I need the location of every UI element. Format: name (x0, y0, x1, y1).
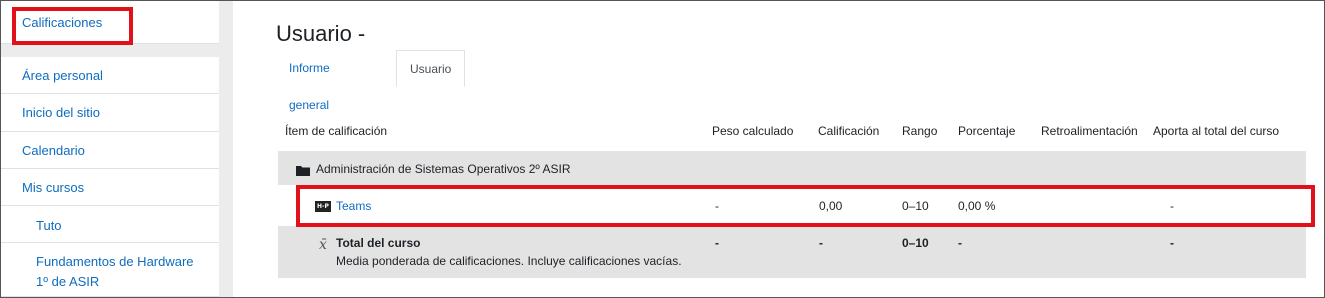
sidebar: Calificaciones Área personal Inicio del … (1, 1, 233, 297)
sidebar-item-label: Calendario (22, 143, 85, 158)
item-range: 0–10 (902, 199, 929, 213)
header-feedback: Retroalimentación (1041, 124, 1138, 138)
h5p-icon: H-P (315, 201, 331, 212)
header-weight: Peso calculado (712, 124, 794, 138)
sidebar-item-fundamentos-hardware[interactable]: Fundamentos de Hardware 1º de ASIR (1, 243, 219, 297)
total-weight: - (715, 236, 719, 250)
mean-icon: x̄ (319, 237, 327, 253)
header-range: Rango (902, 124, 938, 138)
total-grade: - (819, 236, 823, 250)
sidebar-item-label: Fundamentos de Hardware 1º de ASIR (36, 254, 194, 289)
sidebar-item-label: Tuto (36, 218, 62, 233)
course-total-description: Media ponderada de calificaciones. Inclu… (336, 254, 682, 268)
page-title: Usuario - (276, 21, 366, 46)
total-contribution: - (1170, 236, 1174, 250)
tab-informe-general[interactable]: Informe general (289, 50, 330, 112)
item-weight: - (715, 199, 719, 213)
sidebar-title[interactable]: Calificaciones (22, 15, 102, 30)
item-percentage: 0,00 % (958, 199, 996, 213)
item-grade: 0,00 (819, 199, 843, 213)
folder-icon (296, 166, 310, 176)
sidebar-item-label: Inicio del sitio (22, 105, 101, 120)
course-total-row: x̄ Total del curso Media ponderada de ca… (278, 226, 1306, 278)
sidebar-item-tuto[interactable]: Tuto (1, 206, 219, 243)
total-percentage: - (958, 236, 962, 250)
header-contribution: Aporta al total del curso (1153, 124, 1280, 138)
sidebar-title-panel[interactable]: Calificaciones (1, 1, 219, 44)
table-row: H-P Teams - 0,00 0–10 0,00 % - (278, 185, 1306, 226)
course-total-label: Total del curso (336, 236, 421, 250)
category-row: Administración de Sistemas Operativos 2º… (278, 151, 1306, 185)
main-content: Usuario - Informe general Usuario Ítem d… (262, 1, 1324, 297)
sidebar-item-area-personal[interactable]: Área personal (1, 57, 219, 94)
item-contribution: - (1170, 199, 1174, 213)
category-name: Administración de Sistemas Operativos 2º… (316, 162, 571, 176)
tab-usuario[interactable]: Usuario (396, 50, 466, 87)
header-grade: Calificación (818, 124, 880, 138)
sidebar-item-calendario[interactable]: Calendario (1, 132, 219, 169)
header-percentage: Porcentaje (958, 124, 1016, 138)
sidebar-item-label: Área personal (22, 68, 103, 83)
total-range: 0–10 (902, 236, 929, 250)
sidebar-item-inicio-sitio[interactable]: Inicio del sitio (1, 94, 219, 132)
sidebar-item-mis-cursos[interactable]: Mis cursos (1, 169, 219, 206)
grade-item-link[interactable]: Teams (336, 199, 371, 213)
sidebar-item-label: Mis cursos (22, 180, 85, 195)
header-item[interactable]: Ítem de calificación (285, 124, 387, 138)
